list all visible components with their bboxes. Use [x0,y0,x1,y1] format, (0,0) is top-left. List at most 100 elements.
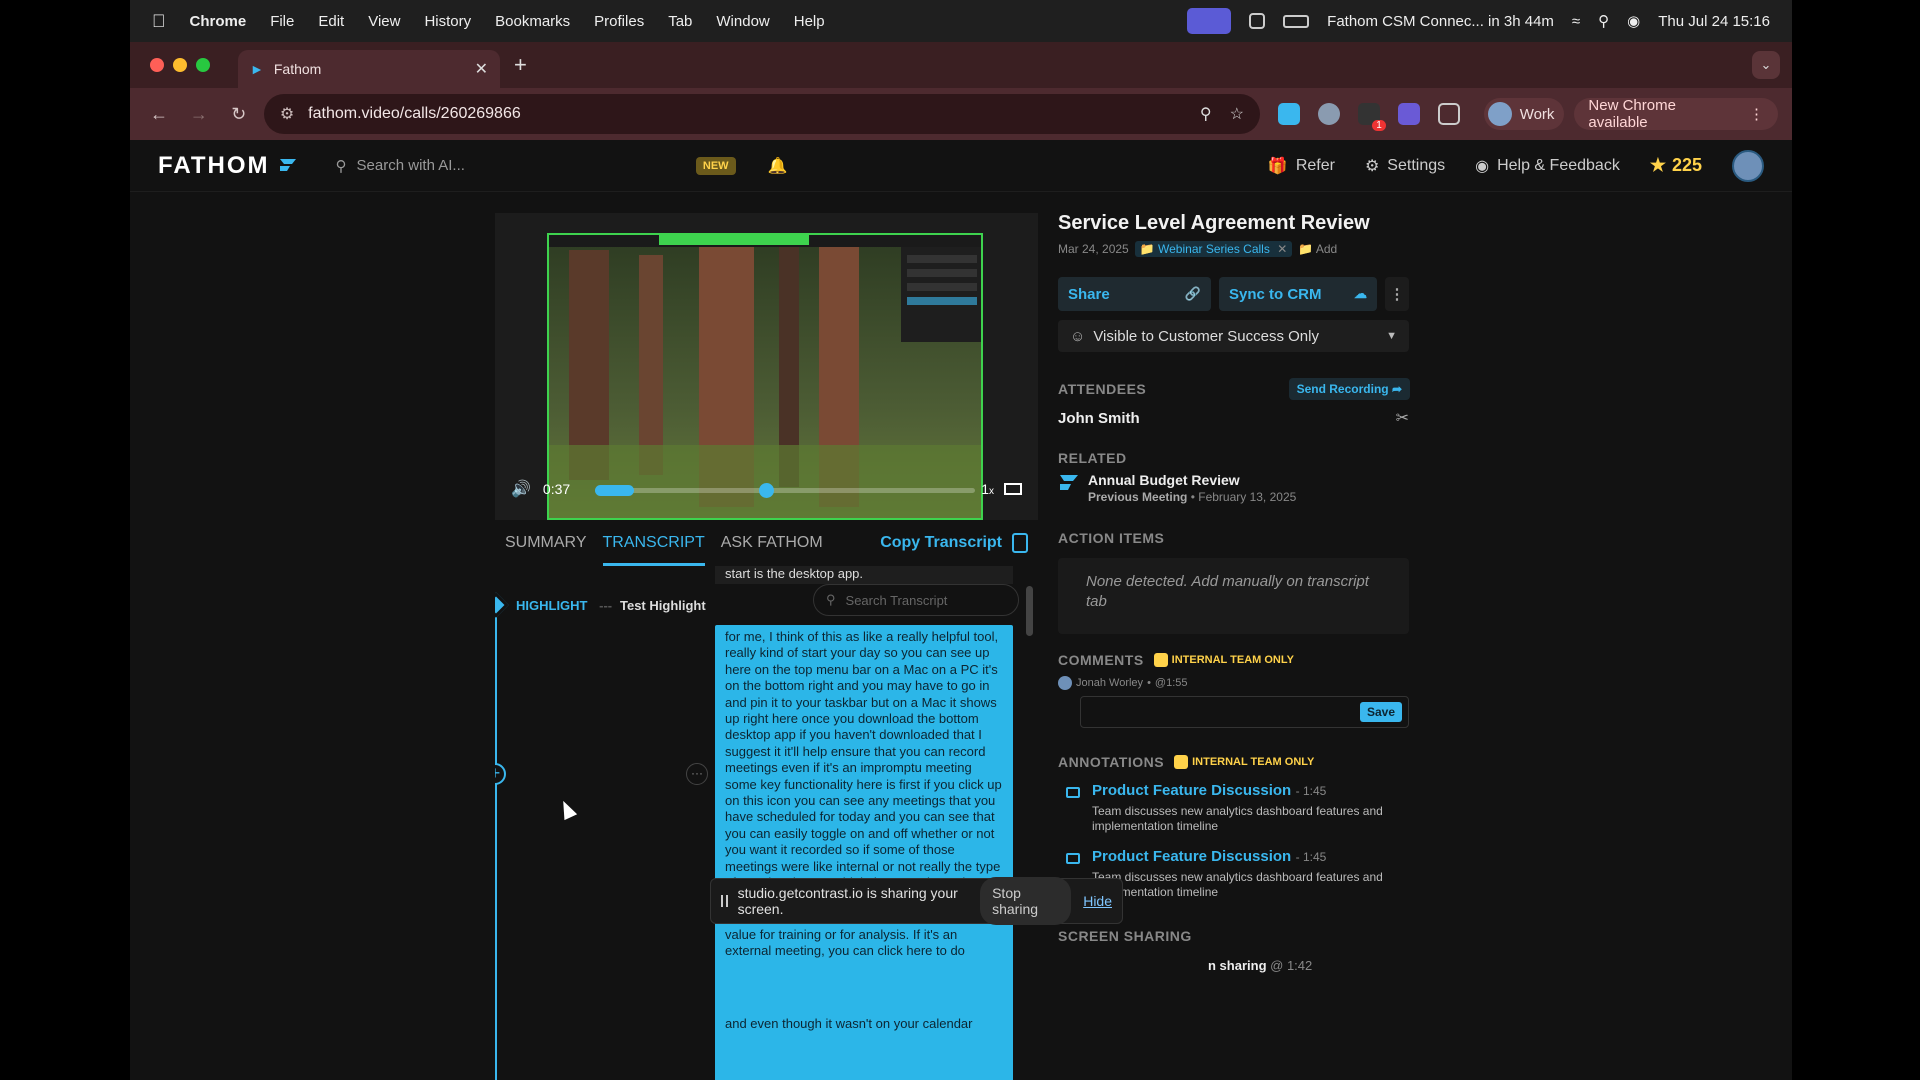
menu-help[interactable]: Help [794,13,825,30]
window-controls [150,58,210,72]
add-folder-button[interactable]: 📁 Add [1298,242,1337,256]
url-text[interactable]: fathom.video/calls/260269866 [308,105,521,123]
tab-ask-fathom[interactable]: ASK FATHOM [721,520,823,566]
transcript-scrollbar[interactable] [1026,586,1033,636]
share-button[interactable]: Share 🔗 [1058,277,1211,311]
back-button[interactable]: ← [144,104,174,125]
playback-speed[interactable]: 1x [981,481,994,497]
volume-icon[interactable]: 🔊 [511,479,531,499]
close-tab-icon[interactable]: ✕ [475,59,488,79]
menu-app-name[interactable]: Chrome [190,13,247,30]
tab-summary[interactable]: SUMMARY [505,520,587,566]
stop-sharing-button[interactable]: Stop sharing [980,877,1072,925]
send-recording-button[interactable]: Send Recording ➦ [1288,378,1410,400]
meeting-title[interactable]: Service Level Agreement Review [1058,212,1418,235]
app-menu-icon[interactable] [1249,13,1266,29]
block-more-options-icon[interactable]: ··· [686,763,708,785]
comment-input[interactable]: Save [1080,696,1409,728]
highlight-label-text: HIGHLIGHT [516,598,588,613]
related-meeting[interactable]: Annual Budget Review Previous Meeting • … [1058,472,1418,504]
transcript-next-block[interactable]: value for training or for analysis. If i… [715,923,1013,1080]
extension-icon-4[interactable] [1397,103,1420,125]
menu-file[interactable]: File [270,13,294,30]
fathom-logo[interactable]: FATHOM [158,152,298,180]
transcript-prev-block[interactable]: start is the desktop app. [715,566,1013,584]
menu-tab[interactable]: Tab [668,13,692,30]
save-comment-button[interactable]: Save [1359,702,1402,722]
highlight-separator: --- [599,598,613,613]
menu-window[interactable]: Window [716,13,769,30]
minimize-window-button[interactable] [173,58,187,72]
screen-sharing-banner: studio.getcontrast.io is sharing your sc… [710,877,1123,925]
control-center-icon[interactable]: ◉ [1627,12,1640,30]
attendee-row[interactable]: John Smith ✂ [1058,408,1409,428]
highlight-diamond-icon[interactable] [495,592,509,618]
visibility-dropdown[interactable]: ☺ Visible to Customer Success Only ▼ [1058,320,1409,352]
wifi-icon[interactable]: ≈ [1572,13,1580,30]
extension-icon-3[interactable]: 1 [1357,103,1386,131]
sync-to-crm-button[interactable]: Sync to CRM ☁ [1219,277,1377,311]
tab-transcript[interactable]: TRANSCRIPT [602,520,705,566]
scrubber-track[interactable] [595,483,975,498]
bookmark-star-icon[interactable]: ☆ [1230,104,1244,124]
annotation-item[interactable]: Product Feature Discussion - 1:45 Team d… [1058,782,1418,834]
hide-banner-link[interactable]: Hide [1083,893,1112,909]
transcript-search-placeholder: Search Transcript [845,592,948,608]
extensions-puzzle-icon[interactable] [1437,103,1460,125]
meeting-details-panel: Service Level Agreement Review Mar 24, 2… [1058,212,1418,1080]
user-avatar[interactable] [1732,149,1764,182]
spotlight-search-icon[interactable]: ⚲ [1598,12,1609,30]
address-bar[interactable]: ⚙ fathom.video/calls/260269866 ⚲ ☆ [263,94,1260,134]
refer-link[interactable]: 🎁 Refer [1268,156,1335,176]
pip-icon[interactable] [1004,483,1022,495]
tab-search-chevron-icon[interactable]: ⌄ [1752,51,1780,79]
menu-edit[interactable]: Edit [318,13,344,30]
maximize-window-button[interactable] [196,58,210,72]
site-info-icon[interactable]: ⚙ [280,104,294,124]
help-feedback-link[interactable]: ◉ Help & Feedback [1475,156,1620,176]
close-window-button[interactable] [150,58,164,72]
screen-share-status-icon[interactable] [1187,8,1232,34]
menu-view[interactable]: View [368,13,400,30]
video-player[interactable]: 🔊 0:37 1x [495,213,1038,520]
scrubber-progress [595,485,634,496]
copy-transcript-button[interactable]: Copy Transcript [880,533,1028,553]
kebab-menu-icon[interactable]: ⋮ [1749,105,1764,123]
reload-button[interactable]: ↻ [224,104,254,125]
annotation-title[interactable]: Product Feature Discussion [1092,848,1291,865]
commenter-avatar [1058,676,1072,690]
menu-profiles[interactable]: Profiles [594,13,644,30]
ai-search-box[interactable]: ⚲ Search with AI... NEW [322,148,750,184]
new-tab-button[interactable]: + [514,52,527,78]
add-highlight-plus-icon[interactable]: + [495,763,506,785]
forward-button[interactable]: → [184,104,214,125]
more-options-icon[interactable]: ⋮ [1385,277,1409,311]
apple-icon[interactable]:  [152,11,166,32]
battery-icon[interactable] [1283,14,1310,28]
menu-history[interactable]: History [424,13,471,30]
extension-icon-2[interactable] [1317,103,1340,125]
fathom-meeting-status[interactable]: Fathom CSM Connec... in 3h 44m [1327,13,1554,30]
browser-tab[interactable]: ► Fathom ✕ [238,50,500,88]
folder-chip[interactable]: 📁 Webinar Series Calls ✕ [1134,241,1293,257]
notification-bell-icon[interactable]: 🔔 [768,156,788,176]
fathom-extension-icon[interactable] [1277,103,1300,125]
chrome-update-button[interactable]: New Chrome available ⋮ [1574,97,1778,131]
menu-clock[interactable]: Thu Jul 24 15:16 [1658,13,1770,30]
settings-link[interactable]: ⚙ Settings [1365,156,1445,176]
new-badge: NEW [695,156,736,175]
screen-sharing-entry[interactable]: n sharing @ 1:42 [1058,958,1418,973]
cloud-icon: ☁ [1354,286,1367,301]
tab-title: Fathom [273,61,322,77]
edit-attendees-icon[interactable]: ✂ [1396,408,1409,428]
remove-folder-icon[interactable]: ✕ [1277,242,1287,256]
scrubber-handle[interactable] [759,483,774,498]
zoom-icon[interactable]: ⚲ [1200,104,1212,124]
profile-button[interactable]: Work [1483,98,1565,130]
highlight-title[interactable]: Test Highlight [620,598,706,613]
points-counter[interactable]: ★ 225 [1650,155,1702,176]
annotation-title[interactable]: Product Feature Discussion [1092,782,1291,799]
transcript-search-input[interactable]: ⚲ Search Transcript [813,584,1019,616]
sync-label: Sync to CRM [1229,285,1322,303]
menu-bookmarks[interactable]: Bookmarks [495,13,570,30]
